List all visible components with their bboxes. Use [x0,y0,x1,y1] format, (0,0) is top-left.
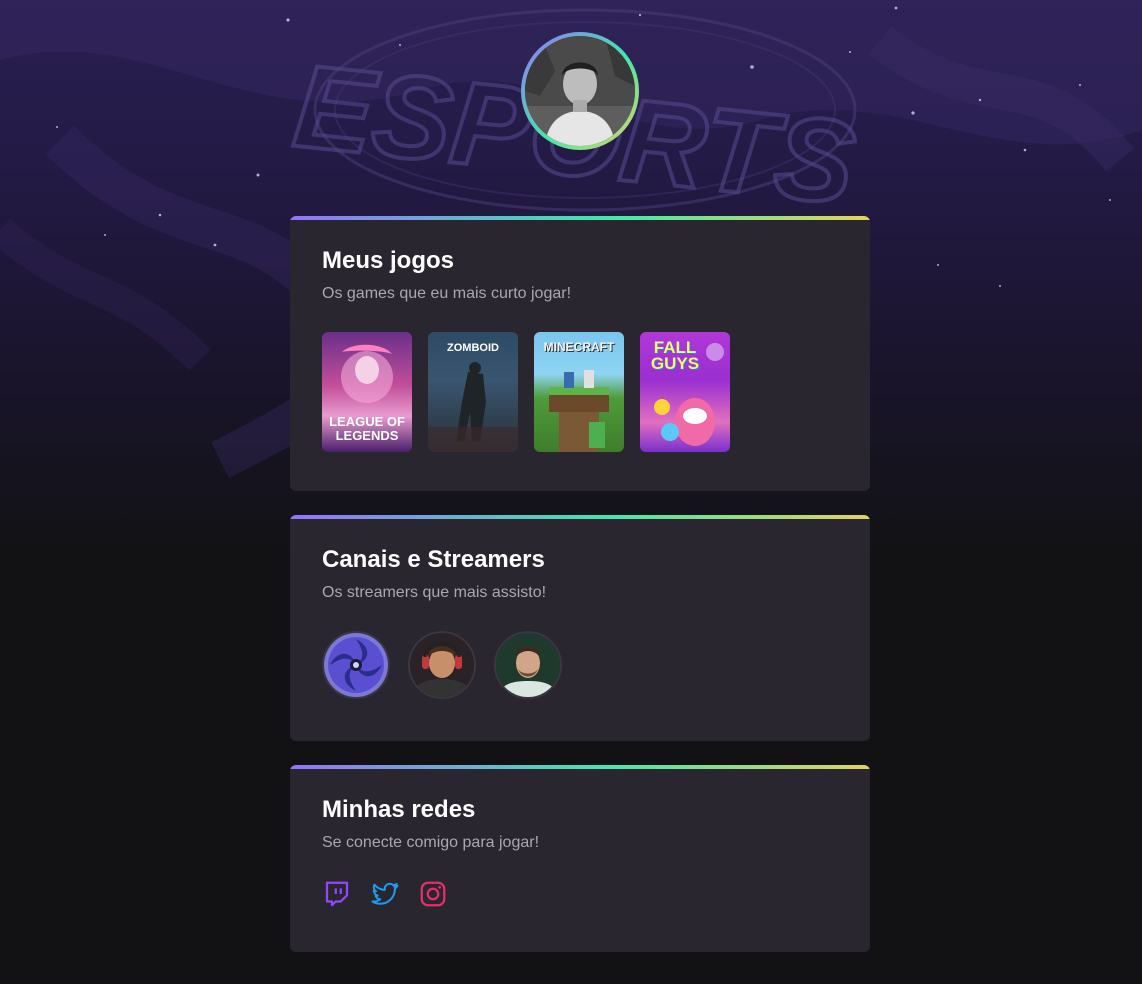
game-cover-fall-guys[interactable]: FALL GUYS [640,332,730,452]
socials-list [322,879,838,909]
socials-card: Minhas redes Se conecte comigo para joga… [290,765,870,952]
minecraft-cover-title: MINECRAFT [543,340,615,354]
game-cover-league-of-legends[interactable]: LEAGUE OF LEGENDS [322,332,412,452]
profile-avatar-ring [521,32,639,150]
streamers-title: Canais e Streamers [322,546,545,573]
streamer-avatar-1[interactable] [322,631,390,699]
streamer-2-photo [410,633,474,697]
streamers-list [322,631,838,699]
profile-photo [525,36,635,146]
instagram-icon [420,881,446,907]
game-cover-minecraft[interactable]: MINECRAFT [534,332,624,452]
streamer-1-logo-icon [324,633,388,697]
streamers-subtitle: Os streamers que mais assisto! [322,584,547,601]
games-card: Meus jogos Os games que eu mais curto jo… [290,216,870,491]
fall-guys-cover-line-2: GUYS [650,354,700,373]
lol-cover-line-2: LEGENDS [335,428,399,443]
games-subtitle: Os games que eu mais curto jogar! [322,285,572,302]
games-title: Meus jogos [322,247,455,274]
streamer-avatar-3[interactable] [494,631,562,699]
games-list: LEAGUE OF LEGENDS ZOMBOID MINECRAFT FALL… [322,332,838,452]
lol-cover-line-1: LEAGUE OF [329,414,405,429]
twitch-icon [325,881,349,907]
twitch-link[interactable] [322,879,352,909]
streamer-3-photo [496,633,560,697]
socials-title: Minhas redes [322,796,476,823]
twitter-icon [371,882,399,905]
streamers-card: Canais e Streamers Os streamers que mais… [290,515,870,741]
socials-subtitle: Se conecte comigo para jogar! [322,834,540,851]
profile-avatar [525,36,635,146]
twitter-link[interactable] [370,879,400,909]
game-cover-project-zomboid[interactable]: ZOMBOID [428,332,518,452]
zomboid-cover-title: ZOMBOID [447,342,499,354]
streamer-avatar-2[interactable] [408,631,476,699]
instagram-link[interactable] [418,879,448,909]
